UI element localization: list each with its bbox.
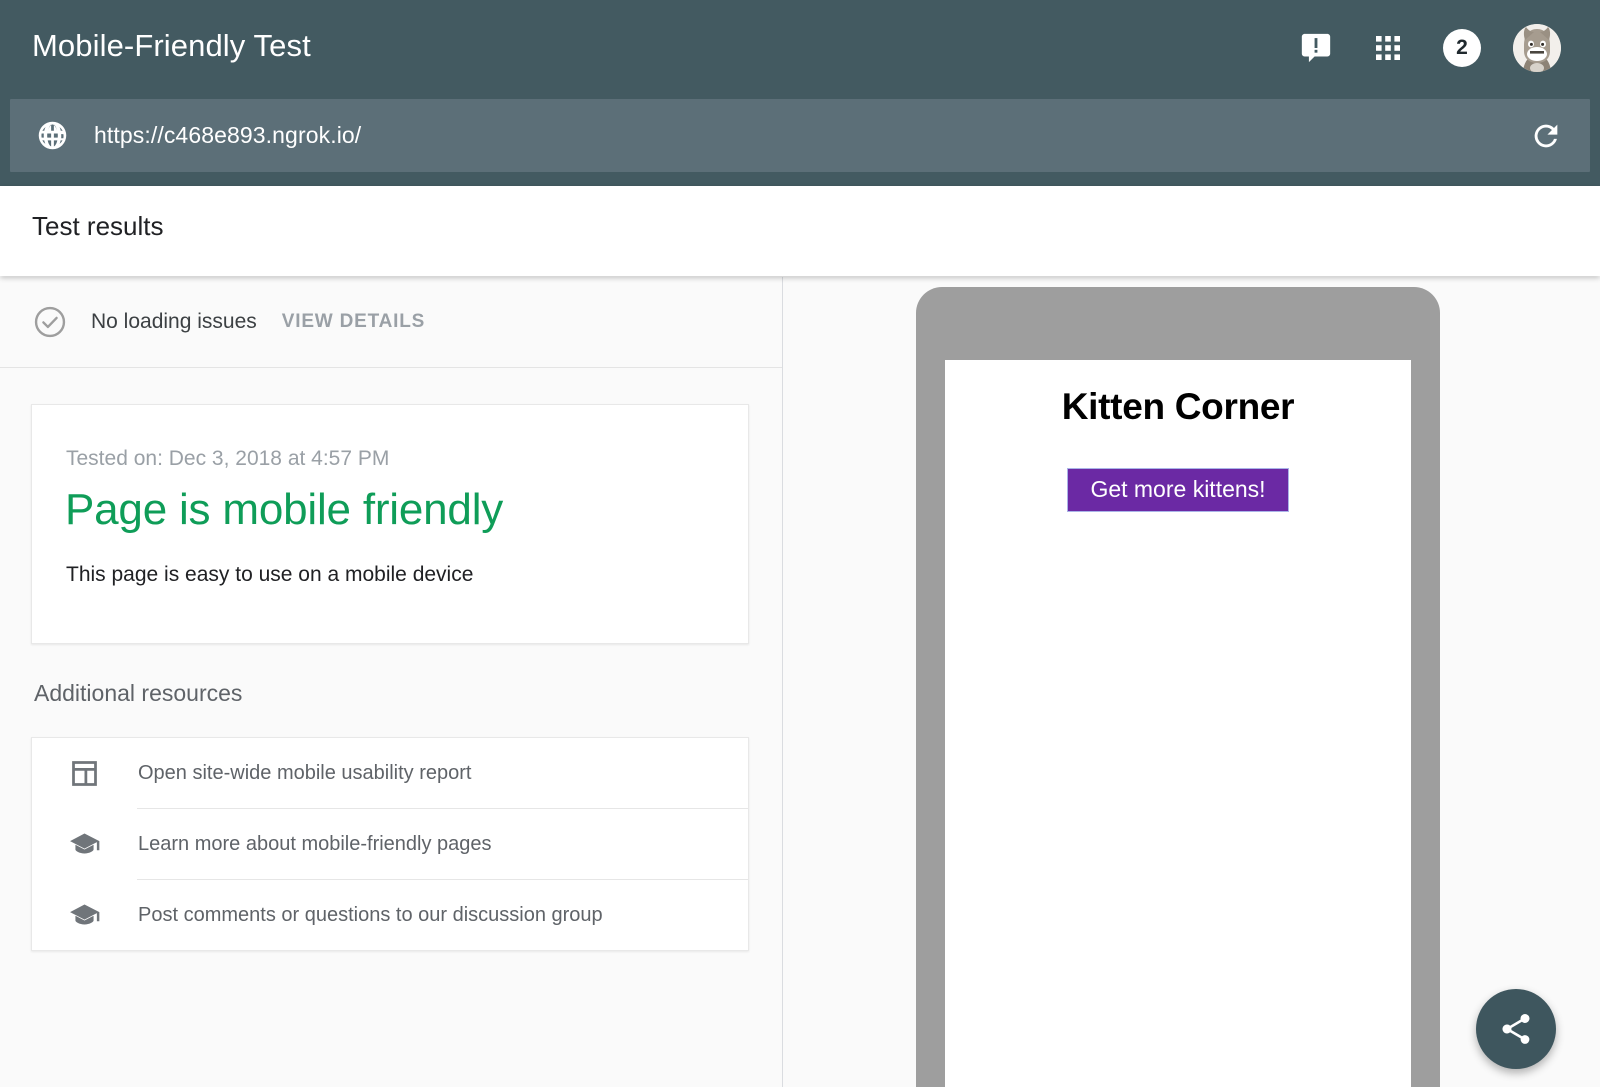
tested-on-timestamp: Tested on: Dec 3, 2018 at 4:57 PM bbox=[66, 447, 389, 471]
resource-label: Learn more about mobile-friendly pages bbox=[137, 833, 492, 856]
notifications-badge[interactable]: 2 bbox=[1443, 29, 1481, 67]
avatar[interactable] bbox=[1513, 24, 1561, 72]
additional-resources-card: Open site-wide mobile usability report L… bbox=[31, 737, 749, 951]
resource-item-usability-report[interactable]: Open site-wide mobile usability report bbox=[32, 738, 748, 808]
refresh-icon[interactable] bbox=[1502, 119, 1590, 153]
apps-grid-icon[interactable] bbox=[1352, 0, 1424, 95]
url-input[interactable]: https://c468e893.ngrok.io/ bbox=[94, 122, 1502, 149]
resource-label: Open site-wide mobile usability report bbox=[137, 762, 472, 785]
loading-status-strip: No loading issues VIEW DETAILS bbox=[0, 277, 782, 368]
globe-icon bbox=[10, 119, 94, 152]
notifications-badge-wrap: 2 bbox=[1424, 0, 1500, 95]
share-button[interactable] bbox=[1476, 989, 1556, 1069]
test-results-bar: Test results bbox=[0, 186, 1600, 276]
app-header: Mobile-Friendly Test bbox=[0, 0, 1600, 186]
view-details-link[interactable]: VIEW DETAILS bbox=[282, 311, 425, 333]
graduation-cap-icon bbox=[68, 899, 137, 932]
preview-page-title: Kitten Corner bbox=[945, 386, 1411, 428]
result-card: Tested on: Dec 3, 2018 at 4:57 PM Page i… bbox=[31, 404, 749, 644]
verdict-heading: Page is mobile friendly bbox=[65, 485, 503, 535]
additional-resources-heading: Additional resources bbox=[34, 680, 242, 707]
header-top-row: Mobile-Friendly Test bbox=[0, 0, 1600, 95]
share-icon bbox=[1498, 1011, 1534, 1047]
resource-item-learn-more[interactable]: Learn more about mobile-friendly pages bbox=[32, 809, 748, 879]
dashboard-report-icon bbox=[68, 757, 137, 790]
avatar-wrap bbox=[1500, 0, 1574, 95]
preview-button-wrap: Get more kittens! bbox=[945, 468, 1411, 512]
resource-item-discussion-group[interactable]: Post comments or questions to our discus… bbox=[32, 880, 748, 950]
app-title: Mobile-Friendly Test bbox=[32, 28, 311, 64]
verdict-description: This page is easy to use on a mobile dev… bbox=[66, 563, 473, 587]
content-area: No loading issues VIEW DETAILS Tested on… bbox=[0, 277, 1600, 1087]
left-pane: No loading issues VIEW DETAILS Tested on… bbox=[0, 277, 783, 1087]
check-circle-icon bbox=[32, 304, 68, 340]
loading-status-label: No loading issues bbox=[91, 310, 257, 334]
graduation-cap-icon bbox=[68, 828, 137, 861]
device-preview-frame: Kitten Corner Get more kittens! bbox=[916, 287, 1440, 1087]
resource-label: Post comments or questions to our discus… bbox=[137, 904, 603, 927]
page-title: Test results bbox=[32, 211, 164, 242]
feedback-icon[interactable] bbox=[1280, 0, 1352, 95]
get-more-kittens-button[interactable]: Get more kittens! bbox=[1067, 468, 1288, 512]
url-bar[interactable]: https://c468e893.ngrok.io/ bbox=[10, 99, 1590, 172]
header-actions: 2 bbox=[1280, 0, 1574, 95]
right-pane: Kitten Corner Get more kittens! bbox=[784, 277, 1600, 1087]
device-preview-screen: Kitten Corner Get more kittens! bbox=[945, 360, 1411, 1087]
